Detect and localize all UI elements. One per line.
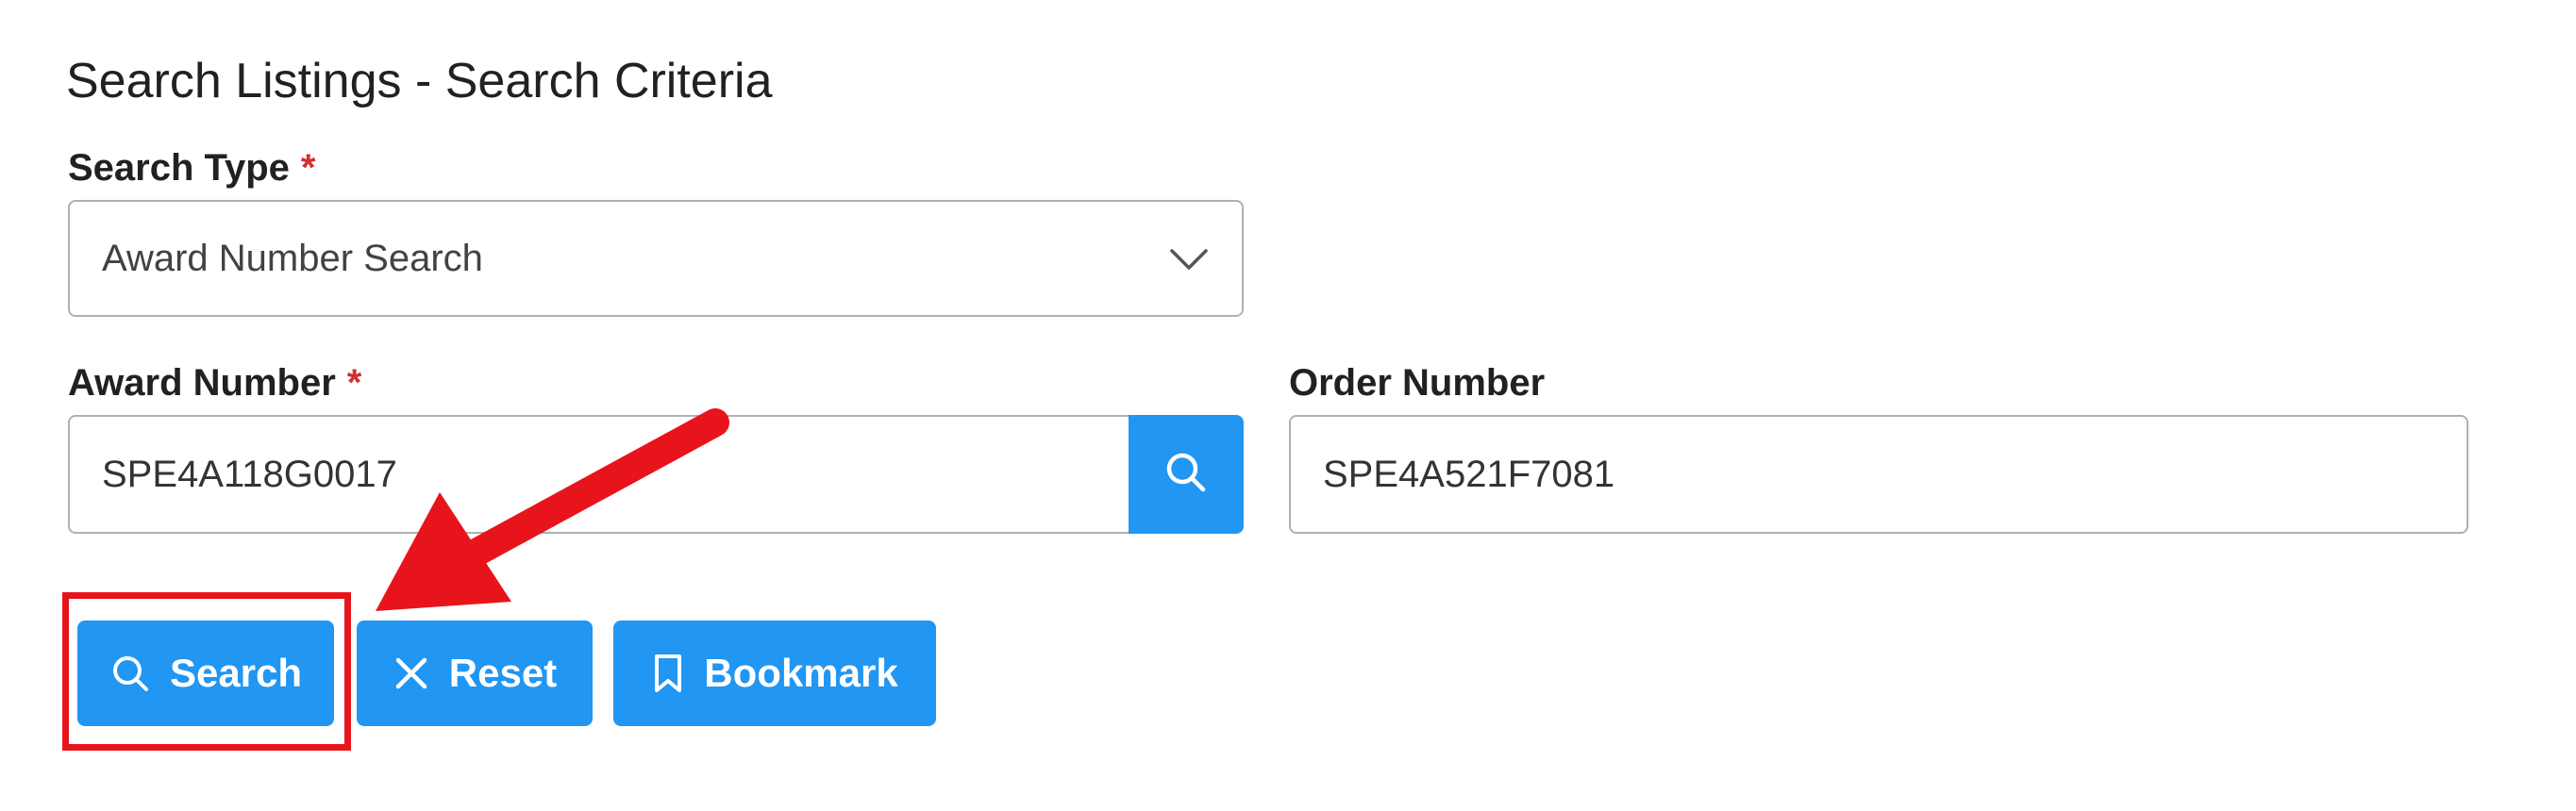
annotation-arrow [376, 408, 729, 611]
search-listings-page: Search Listings - Search Criteria Search… [0, 0, 2576, 811]
